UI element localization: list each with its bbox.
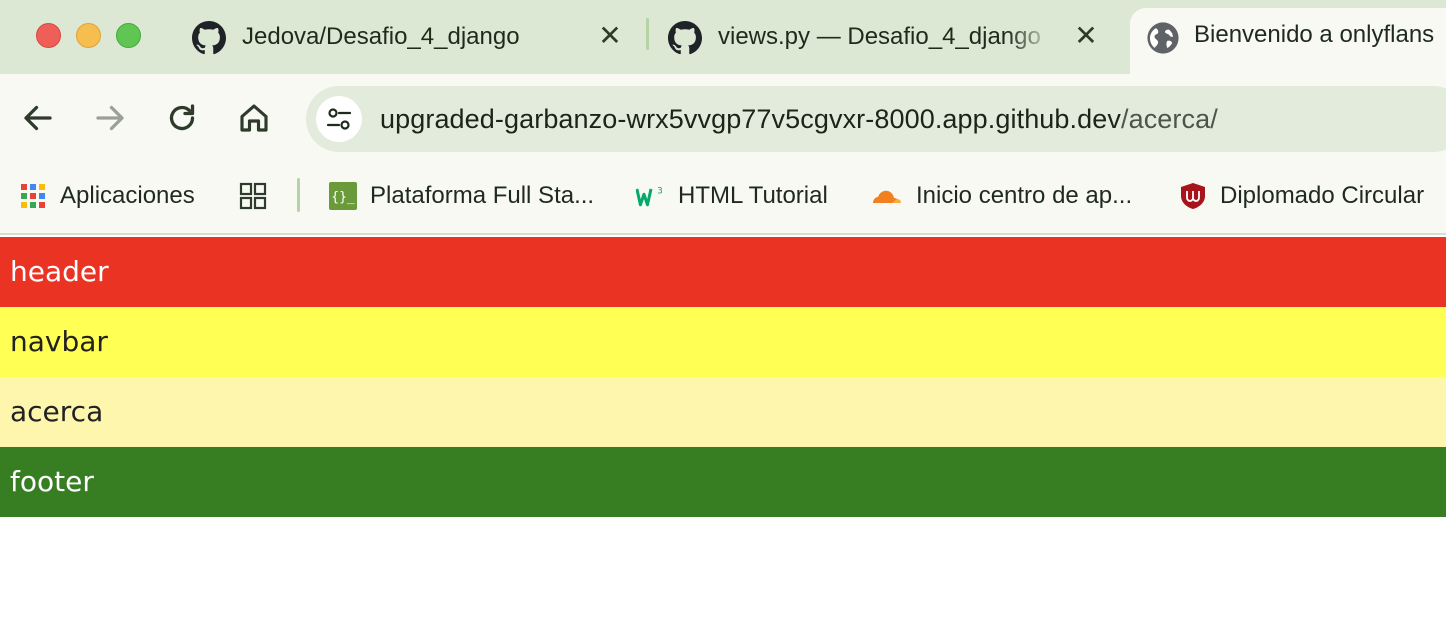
bookmark-plataforma-full-stack[interactable]: {}_ Plataforma Full Sta... — [328, 178, 594, 214]
tune-icon — [326, 108, 352, 130]
tab-title: Jedova/Desafio_4_django — [242, 23, 520, 50]
code-braces-icon: {}_ — [329, 182, 357, 210]
reload-icon[interactable] — [164, 100, 200, 136]
github-icon — [192, 21, 226, 55]
address-bar[interactable]: upgraded-garbanzo-wrx5vvgp77v5cgvxr-8000… — [306, 86, 1446, 152]
tab-title: views.py — Desafio_4_django — [718, 23, 1041, 50]
forward-arrow-icon[interactable] — [92, 100, 128, 136]
home-icon[interactable] — [236, 100, 272, 136]
close-tab-icon[interactable]: ✕ — [596, 22, 624, 50]
globe-icon — [1147, 22, 1179, 54]
shield-logo-icon — [1181, 183, 1205, 209]
cloud-icon — [873, 190, 901, 203]
close-tab-icon[interactable]: ✕ — [1072, 22, 1100, 50]
footer-section: footer — [0, 447, 1446, 517]
tab-jedova-repo[interactable]: Jedova/Desafio_4_django ✕ — [192, 8, 632, 74]
bookmark-html-tutorial[interactable]: 3 HTML Tutorial — [636, 178, 828, 214]
svg-text:3: 3 — [657, 186, 663, 196]
navbar-section: navbar — [0, 307, 1446, 377]
tab-separator — [646, 18, 649, 50]
svg-text:{}_: {}_ — [331, 190, 355, 205]
tab-strip: Jedova/Desafio_4_django ✕ views.py — Des… — [0, 0, 1446, 74]
acerca-section: acerca — [0, 377, 1446, 447]
close-window-button[interactable] — [36, 23, 61, 48]
url-host: upgraded-garbanzo-wrx5vvgp77v5cgvxr-8000… — [380, 104, 1121, 134]
bookmark-label: Diplomado Circular — [1220, 182, 1425, 209]
tab-views-py[interactable]: views.py — Desafio_4_django ✕ — [668, 8, 1108, 74]
bookmarks-bar: Aplicaciones {}_ Plataforma Full Sta... … — [0, 162, 1446, 235]
github-icon — [668, 21, 702, 55]
minimize-window-button[interactable] — [76, 23, 101, 48]
maximize-window-button[interactable] — [116, 23, 141, 48]
bookmark-label: Aplicaciones — [60, 182, 195, 209]
bookmark-label: Plataforma Full Sta... — [370, 182, 595, 209]
site-settings-button[interactable] — [316, 96, 362, 142]
page-content: header navbar acerca footer — [0, 237, 1446, 638]
bookmark-diplomado-circular[interactable]: Diplomado Circular — [1178, 178, 1424, 214]
tab-groups-icon — [239, 182, 267, 210]
tab-title: Bienvenido a onlyflans — [1194, 21, 1435, 48]
bookmark-aplicaciones[interactable]: Aplicaciones — [18, 178, 195, 214]
url-path: /acerca/ — [1120, 104, 1218, 134]
bookmark-label: Inicio centro de ap... — [916, 182, 1133, 209]
back-arrow-icon[interactable] — [20, 100, 56, 136]
tab-groups-button[interactable] — [238, 178, 268, 214]
browser-toolbar: upgraded-garbanzo-wrx5vvgp77v5cgvxr-8000… — [0, 74, 1446, 162]
apps-grid-icon — [21, 184, 45, 208]
tab-onlyflans-active[interactable]: Bienvenido a onlyflans — [1130, 8, 1446, 74]
bookmark-inicio-centro[interactable]: Inicio centro de ap... — [870, 178, 1132, 214]
bookmark-label: HTML Tutorial — [678, 182, 828, 209]
header-section: header — [0, 237, 1446, 307]
bookmark-separator — [297, 178, 300, 212]
url-text[interactable]: upgraded-garbanzo-wrx5vvgp77v5cgvxr-8000… — [380, 104, 1218, 135]
w3schools-icon: 3 — [636, 186, 663, 207]
